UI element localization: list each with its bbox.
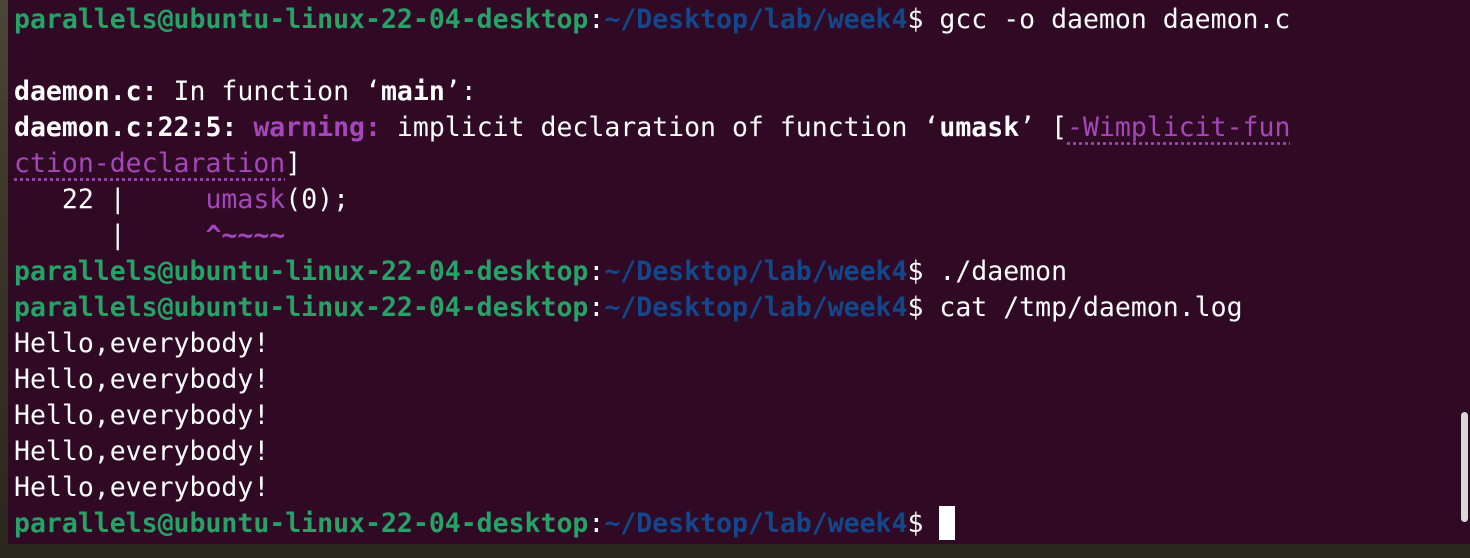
- prompt-user-host: parallels@ubuntu-linux-22-04-desktop: [14, 292, 589, 323]
- prompt-path: ~/Desktop/lab/week4: [604, 256, 908, 287]
- terminal-output: parallels@ubuntu-linux-22-04-desktop:~/D…: [14, 2, 1290, 542]
- output-line: Hello,everybody!: [14, 364, 270, 395]
- desktop-frame: parallels@ubuntu-linux-22-04-desktop:~/D…: [0, 0, 1470, 558]
- diagnostic-in-function-text: In function ‘: [157, 76, 381, 107]
- terminal-line-code: 22 | umask(0);: [14, 182, 1290, 218]
- prompt-colon: :: [588, 4, 605, 35]
- prompt-user-host: parallels@ubuntu-linux-22-04-desktop: [14, 508, 589, 539]
- prompt-user-host: parallels@ubuntu-linux-22-04-desktop: [14, 256, 589, 287]
- caret-gutter: |: [14, 220, 206, 251]
- terminal-line-warning-wrap: ction-declaration]: [14, 146, 1290, 182]
- scrollbar-track[interactable]: [1458, 0, 1470, 544]
- terminal-line-warning: daemon.c:22:5: warning: implicit declara…: [14, 110, 1290, 146]
- prompt-sign: $: [907, 508, 940, 539]
- terminal-line-prompt-current: parallels@ubuntu-linux-22-04-desktop:~/D…: [14, 505, 1290, 542]
- prompt-sign: $: [907, 256, 940, 287]
- prompt-colon: :: [588, 292, 605, 323]
- warning-flag-link[interactable]: -Wimplicit-fun: [1067, 112, 1290, 143]
- terminal-window[interactable]: parallels@ubuntu-linux-22-04-desktop:~/D…: [8, 0, 1470, 544]
- warning-symbol: umask: [939, 112, 1020, 143]
- prompt-path: ~/Desktop/lab/week4: [604, 292, 908, 323]
- prompt-colon: :: [588, 508, 605, 539]
- output-line: Hello,everybody!: [14, 436, 270, 467]
- code-gutter: 22 |: [14, 184, 206, 215]
- prompt-sign: $: [907, 4, 940, 35]
- warning-label: warning:: [237, 112, 381, 143]
- output-line: Hello,everybody!: [14, 328, 270, 359]
- code-call-highlight: umask: [205, 184, 286, 215]
- prompt-colon: :: [588, 256, 605, 287]
- scrollbar-thumb[interactable]: [1461, 412, 1468, 522]
- terminal-line-prompt-run: parallels@ubuntu-linux-22-04-desktop:~/D…: [14, 254, 1290, 290]
- command-cat: cat /tmp/daemon.log: [939, 292, 1243, 323]
- prompt-sign: $: [907, 292, 940, 323]
- warning-message-suffix: ’ [: [1019, 112, 1068, 143]
- prompt-path: ~/Desktop/lab/week4: [604, 4, 908, 35]
- terminal-line-blank: [14, 38, 1290, 74]
- prompt-user-host: parallels@ubuntu-linux-22-04-desktop: [14, 4, 589, 35]
- diagnostic-function-name: main: [380, 76, 445, 107]
- text-cursor[interactable]: [939, 505, 956, 540]
- code-rest: (0);: [285, 184, 350, 215]
- output-line: Hello,everybody!: [14, 472, 270, 503]
- terminal-line-prompt-compile: parallels@ubuntu-linux-22-04-desktop:~/D…: [14, 2, 1290, 38]
- diagnostic-file: daemon.c:: [14, 76, 158, 107]
- warning-flag-link-continued[interactable]: ction-declaration: [14, 148, 285, 179]
- terminal-line-caret: | ^~~~~: [14, 218, 1290, 254]
- caret-marker: ^~~~~: [205, 220, 286, 251]
- command-run: ./daemon: [939, 256, 1068, 287]
- prompt-path: ~/Desktop/lab/week4: [604, 508, 908, 539]
- diagnostic-location: daemon.c:22:5:: [14, 112, 238, 143]
- terminal-line-prompt-cat: parallels@ubuntu-linux-22-04-desktop:~/D…: [14, 290, 1290, 326]
- terminal-line-in-function: daemon.c: In function ‘main’:: [14, 74, 1290, 110]
- output-line: Hello,everybody!: [14, 400, 270, 431]
- warning-bracket-close: ]: [285, 148, 302, 179]
- diagnostic-in-function-end: ’:: [444, 76, 477, 107]
- warning-message-prefix: implicit declaration of function ‘: [380, 112, 940, 143]
- command-compile: gcc -o daemon daemon.c: [939, 4, 1291, 35]
